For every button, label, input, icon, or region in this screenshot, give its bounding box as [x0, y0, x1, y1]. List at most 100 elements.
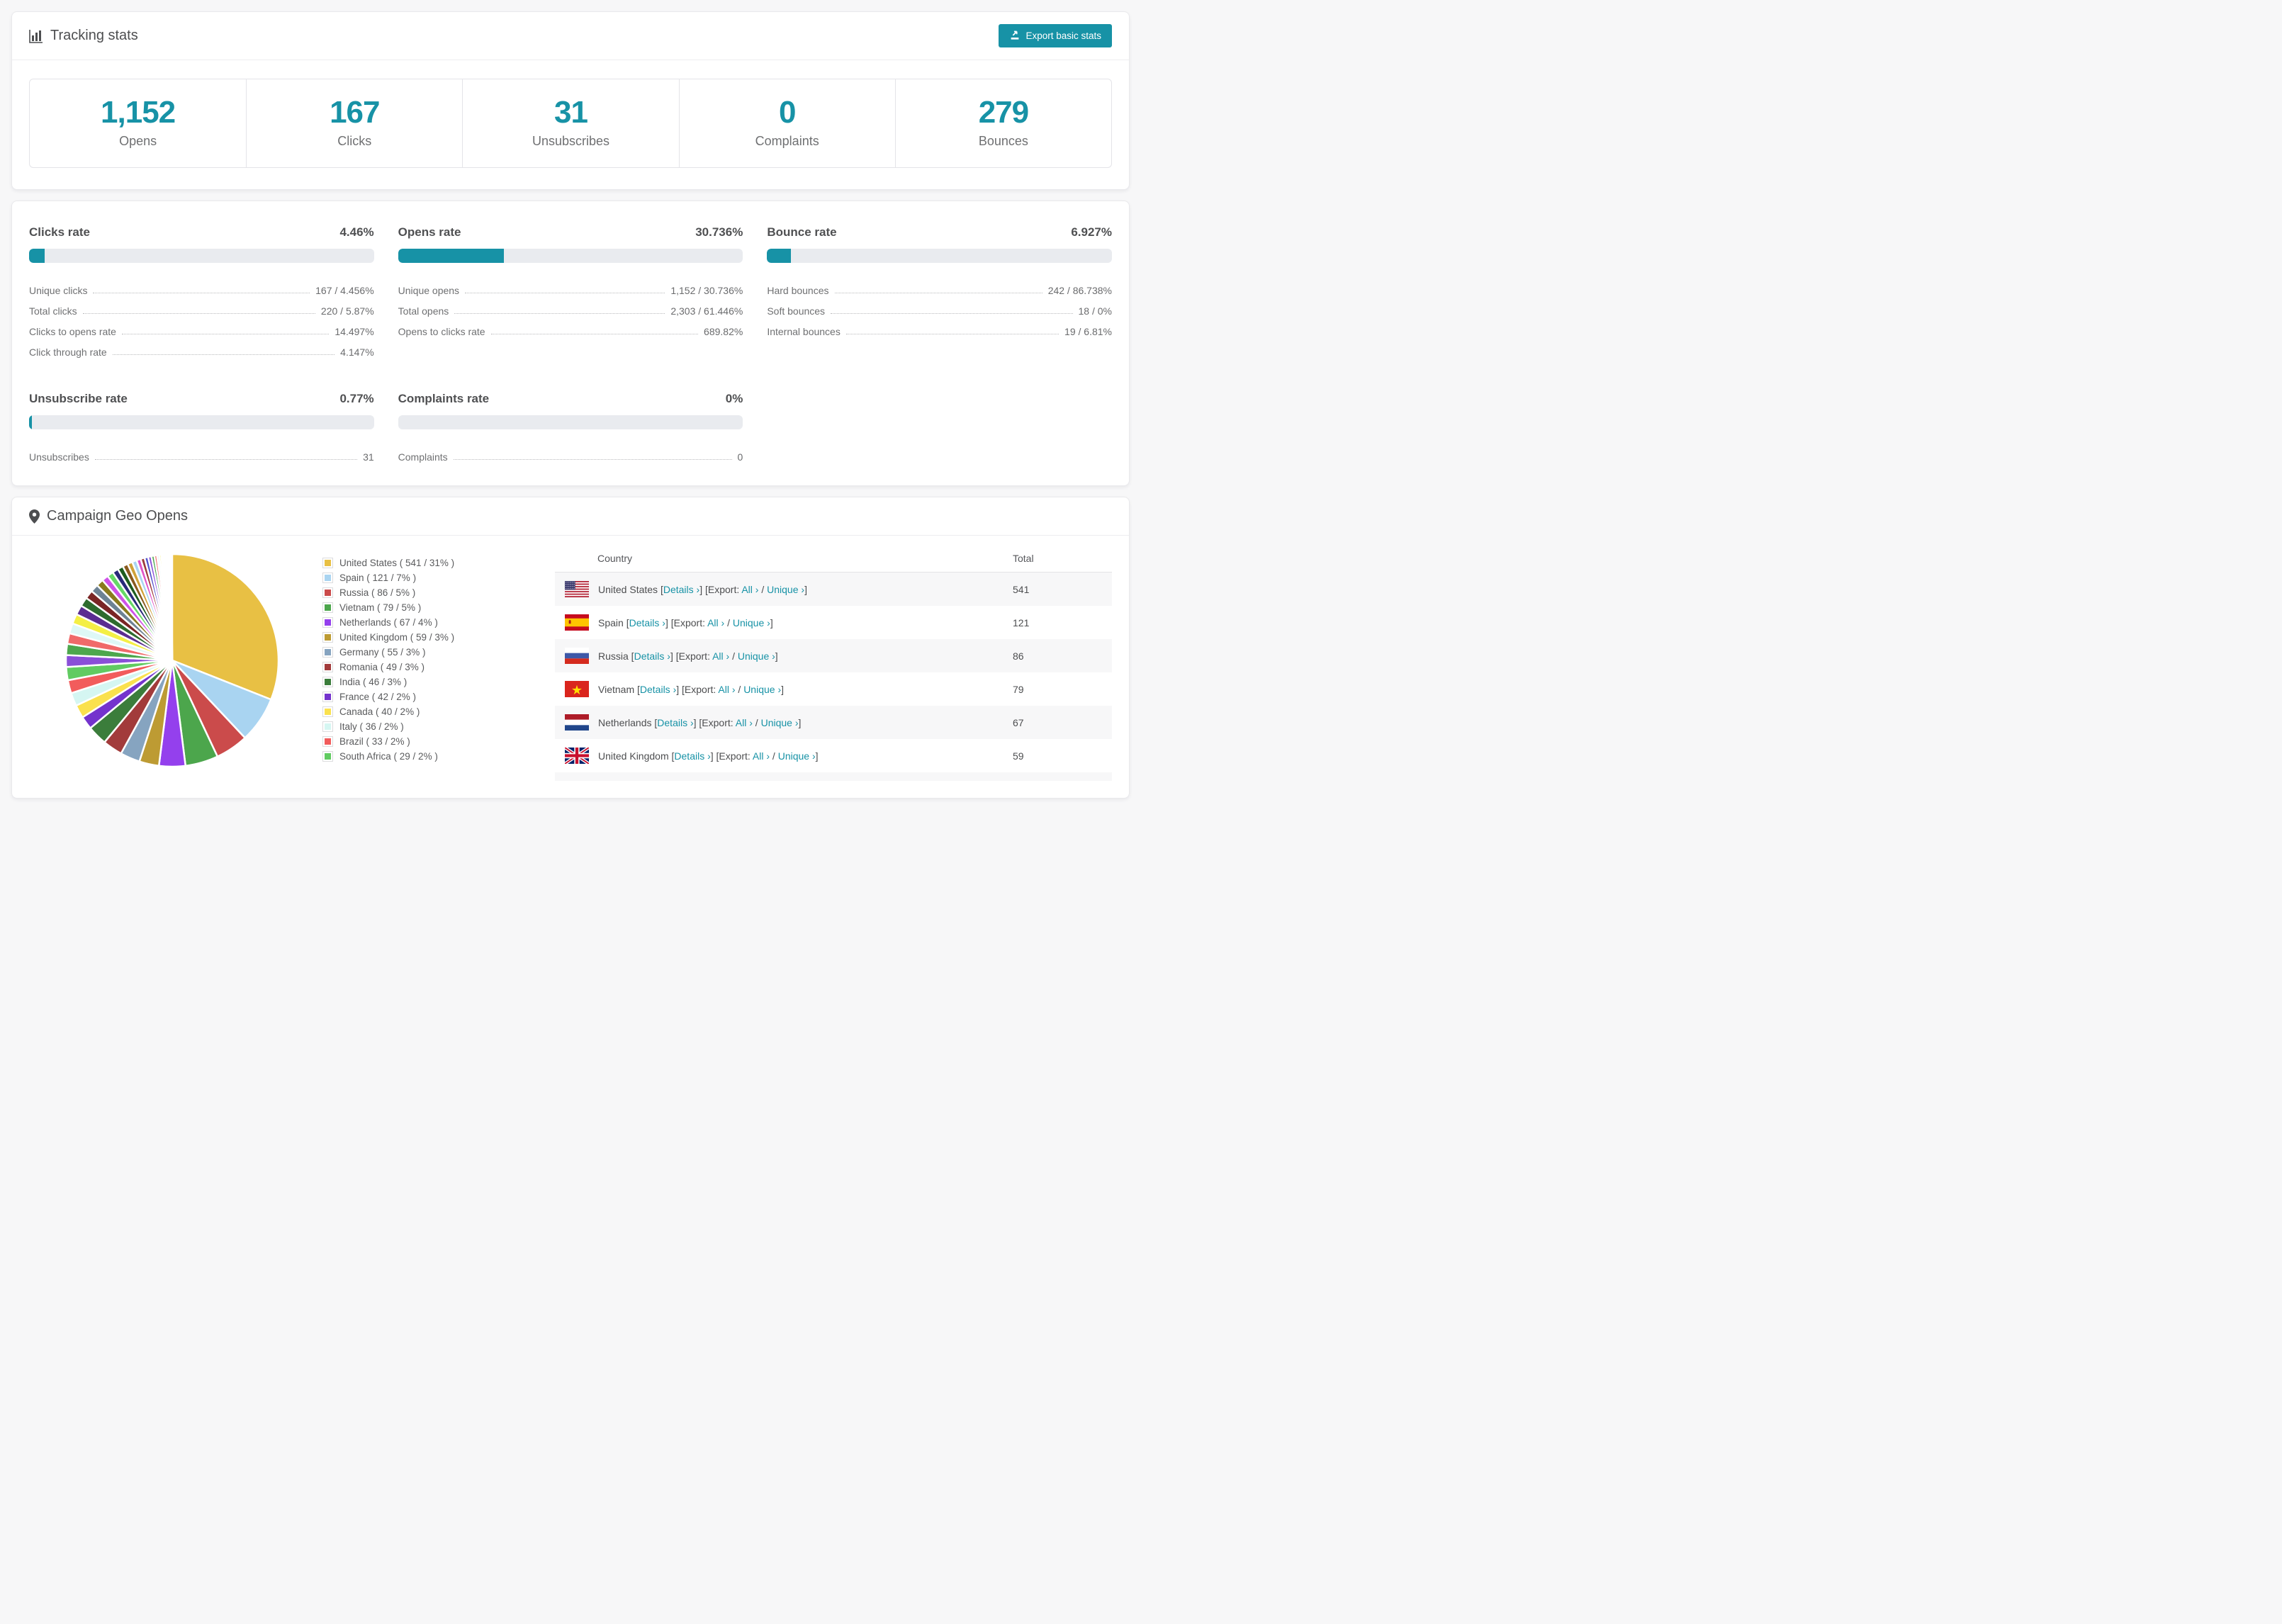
legend-label: United Kingdom ( 59 / 3% ): [339, 632, 455, 643]
rate-stat-row: Click through rate 4.147%: [29, 339, 374, 359]
legend-item: Germany ( 55 / 3% ): [322, 645, 555, 660]
geo-pie-legend: United States ( 541 / 31% ) Spain ( 121 /…: [322, 544, 555, 781]
country-links: United Kingdom [Details ›] [Export: All …: [598, 750, 819, 762]
country-cell: Spain [Details ›] [Export: All › / Uniqu…: [555, 614, 1013, 631]
details-link[interactable]: Details ›: [657, 717, 693, 728]
rate-header: Clicks rate 4.46%: [29, 225, 374, 239]
export-all-link[interactable]: All ›: [718, 684, 735, 695]
rate-stat-row: Opens to clicks rate 689.82%: [398, 318, 743, 339]
rate-stat-value: 18 / 0%: [1078, 305, 1112, 317]
country-name: United States: [598, 583, 658, 595]
country-cell: Russia [Details ›] [Export: All › / Uniq…: [555, 648, 1013, 665]
total-cell: 541: [1013, 583, 1030, 595]
legend-swatch: [322, 721, 333, 733]
country-links: Spain [Details ›] [Export: All › / Uniqu…: [598, 616, 773, 628]
country-cell: United States [Details ›] [Export: All ›…: [555, 581, 1013, 598]
legend-label: India ( 46 / 3% ): [339, 677, 408, 688]
rate-stat-label: Opens to clicks rate: [398, 326, 485, 338]
export-unique-link[interactable]: Unique ›: [743, 684, 781, 695]
rate-title: Opens rate: [398, 225, 461, 239]
table-row-nl: Netherlands [Details ›] [Export: All › /…: [555, 706, 1112, 740]
rate-block-unsubscribe-rate: Unsubscribe rate 0.77% Unsubscribes 31: [29, 392, 374, 464]
summary-stat-clicks: 167 Clicks: [246, 79, 462, 168]
stat-value: 167: [330, 95, 380, 130]
rate-stat-value: 1,152 / 30.736%: [670, 285, 743, 297]
stat-value: 1,152: [101, 95, 176, 130]
export-unique-link[interactable]: Unique ›: [778, 750, 816, 762]
column-header-country: Country: [597, 552, 633, 564]
country-cell: Netherlands [Details ›] [Export: All › /…: [555, 714, 1013, 731]
total-cell: 59: [1013, 750, 1024, 762]
dotted-leader: [454, 313, 665, 315]
stat-value: 0: [778, 95, 796, 130]
rate-progress-fill: [398, 249, 505, 264]
rate-stat-row: Clicks to opens rate 14.497%: [29, 318, 374, 339]
rate-stat-label: Clicks to opens rate: [29, 326, 116, 338]
legend-label: Italy ( 36 / 2% ): [339, 721, 404, 733]
rate-title: Complaints rate: [398, 392, 490, 406]
country-links: United States [Details ›] [Export: All ›…: [598, 583, 807, 595]
export-unique-link[interactable]: Unique ›: [767, 584, 804, 595]
export-all-link[interactable]: All ›: [707, 617, 724, 628]
geo-country-table: Country Total United States [Details ›] …: [555, 544, 1112, 782]
export-all-link[interactable]: All ›: [712, 650, 729, 662]
country-name: Netherlands: [598, 716, 652, 728]
details-link[interactable]: Details ›: [663, 584, 699, 595]
legend-item: Canada ( 40 / 2% ): [322, 704, 555, 719]
rate-stat-label: Soft bounces: [767, 305, 826, 317]
legend-label: South Africa ( 29 / 2% ): [339, 751, 438, 762]
rate-stat-label: Unique opens: [398, 285, 460, 297]
rate-rows: Unsubscribes 31: [29, 444, 374, 464]
legend-swatch: [322, 647, 333, 658]
geo-table-header: Country Total: [555, 544, 1112, 573]
rate-stat-value: 2,303 / 61.446%: [670, 305, 743, 317]
flag-us-icon: [565, 581, 589, 598]
rate-value: 30.736%: [695, 225, 743, 239]
rate-stat-label: Total clicks: [29, 305, 77, 317]
export-basic-stats-button[interactable]: Export basic stats: [999, 24, 1112, 47]
rate-stat-value: 31: [363, 451, 374, 463]
export-unique-link[interactable]: Unique ›: [738, 650, 775, 662]
table-row-gb: United Kingdom [Details ›] [Export: All …: [555, 739, 1112, 772]
tracking-stats-title: Tracking stats: [29, 28, 138, 44]
rate-stat-row: Unsubscribes 31: [29, 444, 374, 464]
rate-header: Bounce rate 6.927%: [767, 225, 1112, 239]
legend-label: Netherlands ( 67 / 4% ): [339, 617, 438, 628]
rate-value: 6.927%: [1071, 225, 1112, 239]
details-link[interactable]: Details ›: [674, 750, 710, 762]
legend-label: Germany ( 55 / 3% ): [339, 647, 426, 658]
legend-label: Romania ( 49 / 3% ): [339, 662, 425, 673]
geo-opens-title: Campaign Geo Opens: [29, 508, 188, 524]
rate-progress-track: [29, 415, 374, 430]
export-all-link[interactable]: All ›: [741, 584, 758, 595]
rate-block-clicks-rate: Clicks rate 4.46% Unique clicks 167 / 4.456…: [29, 225, 374, 359]
geo-opens-title-text: Campaign Geo Opens: [47, 508, 189, 524]
rate-progress-track: [767, 249, 1112, 264]
legend-label: Brazil ( 33 / 2% ): [339, 736, 410, 748]
country-links: Vietnam [Details ›] [Export: All › / Uni…: [598, 683, 784, 695]
rate-stat-label: Unique clicks: [29, 285, 88, 297]
country-cell: Vietnam [Details ›] [Export: All › / Uni…: [555, 681, 1013, 698]
legend-label: Spain ( 121 / 7% ): [339, 573, 417, 584]
rate-title: Bounce rate: [767, 225, 837, 239]
legend-item: United Kingdom ( 59 / 3% ): [322, 630, 555, 645]
export-all-link[interactable]: All ›: [736, 717, 753, 728]
export-unique-link[interactable]: Unique ›: [761, 717, 799, 728]
export-icon: [1009, 29, 1021, 43]
stat-label: Opens: [119, 134, 157, 149]
legend-item: Brazil ( 33 / 2% ): [322, 734, 555, 749]
summary-stats: 1,152 Opens 167 Clicks 31 Unsubscribes 0 Compla…: [29, 79, 1112, 169]
legend-swatch: [322, 558, 333, 569]
geo-opens-card: Campaign Geo Opens United States ( 541 /…: [11, 497, 1130, 799]
rate-stat-label: Internal bounces: [767, 326, 841, 338]
total-cell: 86: [1013, 650, 1024, 662]
rate-value: 0.77%: [339, 392, 374, 406]
legend-label: Vietnam ( 79 / 5% ): [339, 602, 422, 614]
legend-swatch: [322, 692, 333, 703]
details-link[interactable]: Details ›: [640, 684, 676, 695]
details-link[interactable]: Details ›: [634, 650, 670, 662]
export-all-link[interactable]: All ›: [753, 750, 770, 762]
export-unique-link[interactable]: Unique ›: [733, 617, 770, 628]
details-link[interactable]: Details ›: [629, 617, 665, 628]
bar-chart-icon: [29, 29, 43, 43]
